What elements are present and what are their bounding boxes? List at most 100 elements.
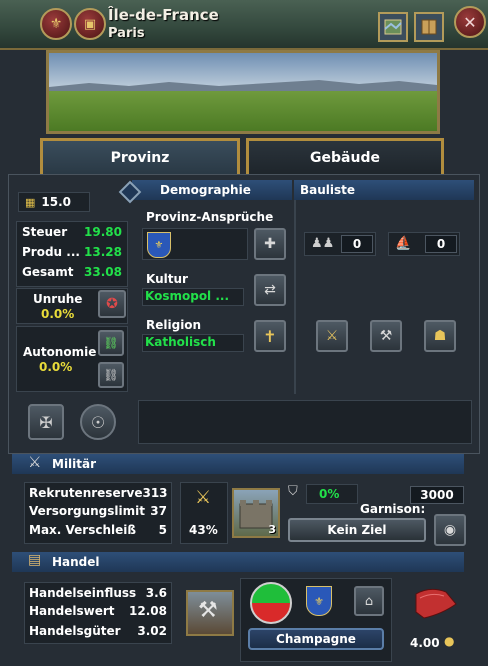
autonomie-label: Autonomie	[23, 345, 97, 359]
column-divider	[294, 200, 296, 394]
handelswert-value: 12.08	[129, 604, 167, 618]
trade-goods-value: 4.00	[410, 636, 440, 650]
fort-image[interactable]: 3	[232, 488, 280, 538]
kultur-value: Kosmopol ...	[145, 289, 230, 303]
recruit-mercenary-button[interactable]: ☗	[424, 320, 456, 352]
landscape-illustration	[49, 53, 437, 131]
development-icon: ▦	[25, 195, 36, 209]
cloth-icon	[415, 588, 457, 619]
verschleiss-label: Max. Verschleiß	[29, 523, 136, 537]
produktion-value: 13.28	[84, 245, 122, 259]
fort-shield-icon: ⛉	[288, 484, 298, 499]
ship-count: 0	[425, 235, 457, 253]
trade-power-pie[interactable]	[250, 582, 292, 624]
handelsgueter-value: 3.02	[137, 624, 167, 638]
tab-gebaeude[interactable]: Gebäude	[246, 138, 444, 174]
steuer-value: 19.80	[84, 225, 122, 239]
trade-chest-icon: ▤	[28, 552, 42, 568]
fabricate-claim-button[interactable]: ✚	[254, 228, 286, 260]
culture-arrows-icon: ⇄	[264, 282, 276, 298]
province-overview-button[interactable]: ▣	[74, 8, 106, 40]
gesamt-value: 33.08	[84, 265, 122, 279]
book-icon	[421, 19, 437, 35]
fort-status-box: 0%	[306, 484, 358, 504]
religion-box: Katholisch	[142, 334, 244, 352]
claims-label: Provinz-Ansprüche	[146, 210, 274, 224]
militaer-header: Militär	[12, 454, 464, 474]
produktion-label: Produ ...	[22, 245, 80, 259]
modifier-slot-box	[138, 400, 472, 444]
raise-autonomy-button[interactable]: ⛓	[98, 330, 124, 356]
coins-icon: ☗	[433, 328, 447, 344]
medallion-icon: ☉	[90, 412, 106, 432]
soldiers-icon: ♟♟	[311, 236, 335, 251]
ledger-button[interactable]	[414, 12, 444, 42]
recruit-queue-box[interactable]: ♟♟ 0	[304, 232, 376, 256]
merchant-house-icon: ⌂	[364, 593, 374, 609]
build-ship-button[interactable]: ⚒	[370, 320, 402, 352]
gesamt-label: Gesamt	[22, 265, 74, 279]
claims-box: ⚜	[142, 228, 248, 260]
crossed-swords-icon: ⚔	[325, 328, 339, 344]
income-box: Steuer 19.80 Produ ... 13.28 Gesamt 33.0…	[16, 221, 128, 287]
development-value: 15.0	[41, 195, 72, 209]
tab-provinz[interactable]: Provinz	[40, 138, 240, 174]
ships-icon: ⛵	[395, 236, 412, 251]
unruhe-value: 0.0%	[41, 307, 75, 321]
lower-autonomy-button[interactable]: ⛓	[98, 362, 124, 388]
autonomie-value: 0.0%	[39, 360, 73, 374]
target-button[interactable]: Kein Ziel	[288, 518, 426, 542]
military-access-button[interactable]: ◉	[434, 514, 466, 546]
claim-icon: ✚	[264, 236, 276, 252]
demographie-header: Demographie	[132, 180, 292, 200]
handelseinfluss-value: 3.6	[145, 586, 167, 600]
religion-label: Religion	[146, 318, 202, 332]
versorgungslimit-value: 37	[150, 504, 167, 518]
rekrutenreserve-label: Rekrutenreserve	[29, 486, 143, 500]
trade-owner-shield-icon[interactable]: ⚜	[306, 586, 332, 616]
trade-goods-image[interactable]	[412, 584, 460, 624]
autonomy-down-icon: ⛓	[103, 368, 119, 382]
fleur-de-lis-icon: ⚜	[154, 239, 164, 251]
bauliste-header: Bauliste	[294, 180, 474, 200]
manpower-box: ⚔ 43%	[180, 482, 228, 544]
handelseinfluss-label: Handelseinfluss	[29, 586, 137, 600]
trade-stats-box: Handelseinfluss 3.6 Handelswert 12.08 Ha…	[24, 582, 172, 644]
harsh-treatment-button[interactable]: ✪	[98, 290, 126, 318]
owner-crest-icon: ⚜	[49, 16, 63, 32]
ship-queue-box[interactable]: ⛵ 0	[388, 232, 460, 256]
demographie-title: Demographie	[160, 183, 251, 197]
verschleiss-value: 5	[158, 523, 167, 537]
hammer-building-icon: ⚒	[198, 598, 218, 623]
garnison-label: Garnison:	[360, 502, 426, 516]
trade-center-button[interactable]: ⌂	[354, 586, 384, 616]
province-box-icon: ▣	[83, 16, 97, 32]
capital-name: Paris	[108, 26, 145, 41]
steuer-label: Steuer	[22, 225, 68, 239]
recruit-regiment-button[interactable]: ⚔	[316, 320, 348, 352]
close-icon: ✕	[463, 12, 477, 32]
development-badge[interactable]: ▦ 15.0	[18, 192, 90, 212]
france-shield-icon[interactable]: ⚜	[147, 232, 171, 258]
convert-religion-button[interactable]: ✝	[254, 320, 286, 352]
trade-node-name: Champagne	[276, 632, 356, 646]
handelswert-label: Handelswert	[29, 604, 115, 618]
fort-level: 3	[268, 523, 276, 536]
autonomy-up-icon: ⛓	[103, 336, 119, 350]
fort-status-percent: 0%	[319, 487, 340, 501]
kultur-box: Kosmopol ...	[142, 288, 244, 306]
core-province-button[interactable]: ✠	[28, 404, 64, 440]
close-button[interactable]: ✕	[454, 6, 486, 38]
trade-building-image[interactable]: ⚒	[186, 590, 234, 636]
handel-header: Handel	[12, 552, 464, 572]
send-missionary-button[interactable]: ☉	[80, 404, 116, 440]
convert-culture-button[interactable]: ⇄	[254, 274, 286, 306]
swords-icon: ⚔	[28, 453, 42, 471]
military-stats-box: Rekrutenreserve 313 Versorgungslimit 37 …	[24, 482, 172, 544]
owner-button[interactable]: ⚜	[40, 8, 72, 40]
map-mode-button[interactable]	[378, 12, 408, 42]
province-landscape-image	[46, 50, 440, 134]
trade-node-button[interactable]: Champagne	[248, 628, 384, 650]
manpower-percent: 43%	[189, 523, 218, 537]
eye-shield-icon: ◉	[443, 522, 457, 538]
